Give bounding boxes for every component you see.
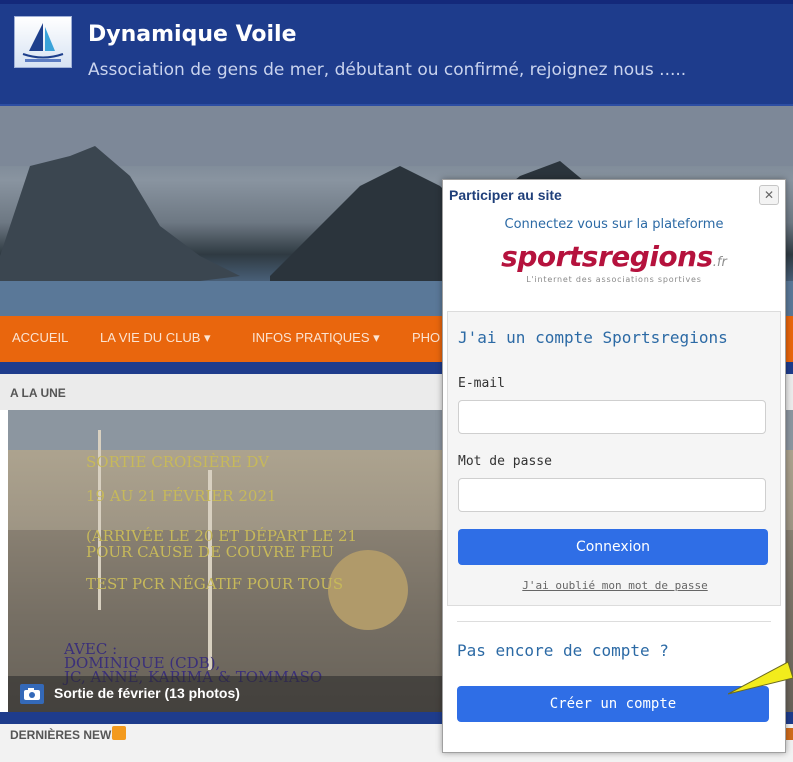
overlay-line: (ARRIVÉE LE 20 ET DÉPART LE 21 [86,527,358,545]
nav-item-accueil[interactable]: ACCUEIL [12,330,68,345]
nav-item-infos-pratiques[interactable]: INFOS PRATIQUES ▾ [252,330,380,346]
photo-caption[interactable]: Sortie de février (13 photos) [54,685,240,701]
password-field[interactable] [458,478,766,512]
close-icon[interactable]: ✕ [759,185,779,205]
brand-tld: .fr [712,255,727,270]
pointer-arrow-icon [728,661,793,695]
photo-caption-bar[interactable]: Sortie de février (13 photos) [8,676,448,712]
create-account-button[interactable]: Créer un compte [457,686,769,722]
login-heading: J'ai un compte Sportsregions [458,328,728,347]
email-label: E-mail [458,376,505,391]
signup-heading: Pas encore de compte ? [457,641,669,660]
rss-icon[interactable] [112,726,126,740]
overlay-line: POUR CAUSE DE COUVRE FEU [86,543,335,561]
password-label: Mot de passe [458,454,552,469]
email-field[interactable] [458,400,766,434]
overlay-line: 19 AU 21 FÉVRIER 2021 [86,487,277,505]
popup-divider [457,621,771,622]
site-subtitle: Association de gens de mer, débutant ou … [88,60,687,80]
login-panel: J'ai un compte Sportsregions E-mail Mot … [447,311,781,606]
connexion-button[interactable]: Connexion [458,529,768,565]
nav-item-photos[interactable]: PHO [412,330,440,345]
overlay-line: SORTIE CROISIÈRE DV [86,453,270,471]
site-logo[interactable] [14,16,72,68]
sportsregions-logo[interactable]: sportsregions.fr [498,240,730,273]
nav-item-vie-du-club[interactable]: LA VIE DU CLUB ▾ [100,330,211,346]
forgot-password-link[interactable]: J'ai oublié mon mot de passe [448,579,782,592]
site-title[interactable]: Dynamique Voile [88,22,297,47]
brand-name: sportsregions [501,240,713,273]
popup-title: Participer au site [449,187,562,203]
camera-icon [20,684,44,704]
popup-header: Participer au site ✕ [443,180,785,210]
overlay-line: TEST PCR NÉGATIF POUR TOUS [86,575,344,593]
une-title: A LA UNE [10,386,66,400]
site-header: Dynamique Voile Association de gens de m… [0,0,793,104]
news-title: DERNIÈRES NEWS [10,728,120,742]
brand-tagline: L'internet des associations sportives [526,275,702,284]
platform-intro: Connectez vous sur la plateforme [504,217,724,232]
